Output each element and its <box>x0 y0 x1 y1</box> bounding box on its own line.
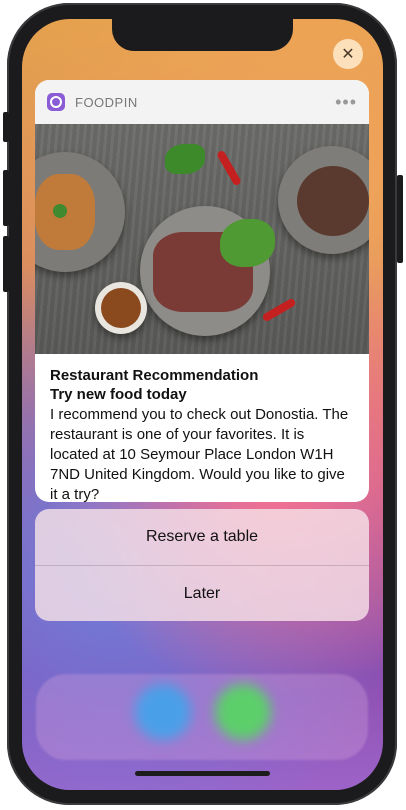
later-button[interactable]: Later <box>35 566 369 621</box>
notification-body: I recommend you to check out Donostia. T… <box>50 406 349 502</box>
dock <box>36 674 368 760</box>
notification-content: Restaurant Recommendation Try new food t… <box>35 354 369 502</box>
notification-card[interactable]: FOODPIN ••• Restaurant Recommendation Tr… <box>35 80 369 502</box>
food-photo <box>35 124 369 354</box>
more-options-icon[interactable]: ••• <box>335 92 357 113</box>
blurred-app-icon-blue <box>135 684 191 740</box>
close-icon: ✕ <box>341 46 355 63</box>
blurred-app-icon-green <box>215 684 271 740</box>
notification-title: Restaurant Recommendation <box>50 367 259 384</box>
notch <box>112 19 293 51</box>
notification-actions: Reserve a table Later <box>35 509 369 621</box>
close-button[interactable]: ✕ <box>333 39 363 69</box>
home-indicator[interactable] <box>135 771 270 776</box>
mute-switch <box>3 112 9 142</box>
notification-subtitle: Try new food today <box>50 386 187 403</box>
screen: ✕ FOODPIN ••• Restaurant Recommendation … <box>22 19 383 790</box>
volume-up-button <box>3 170 9 226</box>
power-button <box>397 175 403 263</box>
volume-down-button <box>3 236 9 292</box>
reserve-table-button[interactable]: Reserve a table <box>35 509 369 565</box>
app-name: FOODPIN <box>75 94 138 110</box>
notification-header: FOODPIN ••• <box>35 80 369 124</box>
foodpin-app-icon <box>47 93 65 111</box>
